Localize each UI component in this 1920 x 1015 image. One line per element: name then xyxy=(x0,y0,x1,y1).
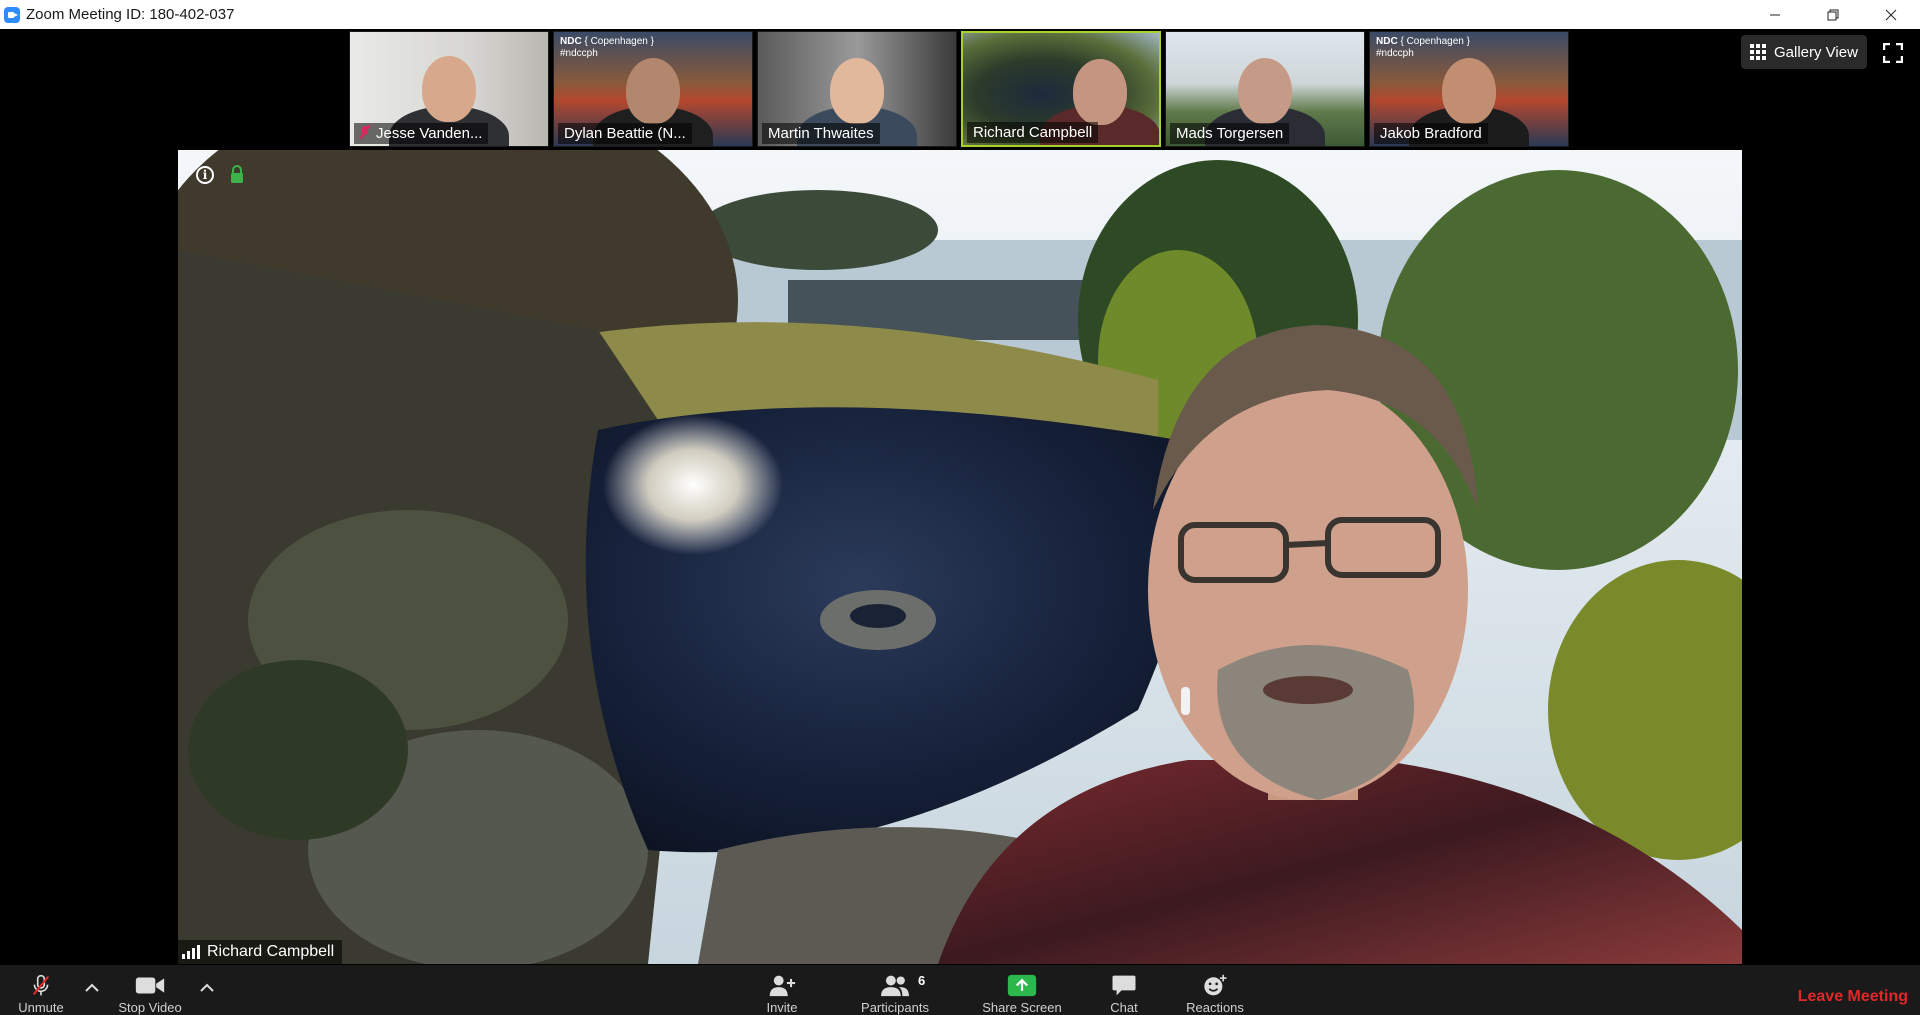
participants-count-badge: 6 xyxy=(918,973,926,988)
encryption-lock-icon[interactable] xyxy=(230,165,244,183)
participants-button[interactable]: Participants xyxy=(850,965,940,1015)
share-screen-icon xyxy=(1007,974,1037,997)
microphone-muted-icon xyxy=(32,974,50,996)
participant-face xyxy=(1442,58,1496,124)
minimize-button[interactable] xyxy=(1746,0,1804,29)
restore-icon xyxy=(1827,9,1839,20)
participant-tile[interactable]: NDC { Copenhagen } #ndccph Dylan Beattie … xyxy=(553,31,753,147)
participant-face xyxy=(422,56,476,122)
share-screen-button[interactable]: Share Screen xyxy=(972,965,1072,1015)
fullscreen-button[interactable] xyxy=(1882,42,1904,64)
participant-name-label: Dylan Beattie (N... xyxy=(558,123,692,144)
participant-tile[interactable]: NDC { Copenhagen } #ndccph Jakob Bradford xyxy=(1369,31,1569,147)
mic-muted-icon xyxy=(360,126,370,139)
grid-icon xyxy=(1750,44,1766,60)
ndc-overlay: NDC { Copenhagen } #ndccph xyxy=(560,36,654,59)
participant-name-label: Mads Torgersen xyxy=(1170,123,1290,144)
meeting-toolbar: Unmute Stop Video Invite Participants 6 xyxy=(0,965,1920,1015)
restore-button[interactable] xyxy=(1804,0,1862,29)
video-camera-icon xyxy=(135,977,165,994)
video-feed xyxy=(178,150,1742,964)
audio-options-chevron-up-icon[interactable] xyxy=(85,983,99,993)
participant-name-label: Richard Campbell xyxy=(967,122,1099,143)
title-bar: Zoom Meeting ID: 180-402-037 xyxy=(0,0,1920,29)
participant-face xyxy=(1238,58,1292,124)
close-icon xyxy=(1885,9,1897,20)
active-speaker-name-label: Richard Campbell xyxy=(178,940,343,964)
smiley-plus-icon xyxy=(1204,974,1227,996)
window-controls xyxy=(1746,0,1920,29)
participant-name-label: Jesse Vanden... xyxy=(354,123,489,144)
window-title: Zoom Meeting ID: 180-402-037 xyxy=(26,6,235,23)
gallery-view-button[interactable]: Gallery View xyxy=(1741,35,1867,69)
participant-tile-active[interactable]: Richard Campbell xyxy=(961,31,1161,147)
participant-name-label: Martin Thwaites xyxy=(762,123,880,144)
active-speaker-video: i Richard Campbell xyxy=(178,150,1742,964)
fullscreen-icon xyxy=(1882,42,1904,64)
chat-bubble-icon xyxy=(1112,975,1136,996)
close-button[interactable] xyxy=(1862,0,1920,29)
participant-face xyxy=(626,58,680,124)
minimize-icon xyxy=(1770,14,1780,15)
leave-meeting-button[interactable]: Leave Meeting xyxy=(1798,988,1908,1006)
reactions-button[interactable]: Reactions xyxy=(1180,965,1250,1015)
ndc-overlay: NDC { Copenhagen } #ndccph xyxy=(1376,36,1470,59)
zoom-app-icon xyxy=(4,6,20,23)
stop-video-button[interactable]: Stop Video xyxy=(110,965,190,1015)
participant-tile[interactable]: Jesse Vanden... xyxy=(349,31,549,147)
meeting-info-icon[interactable]: i xyxy=(196,166,214,184)
video-options-chevron-up-icon[interactable] xyxy=(200,983,214,993)
connection-signal-icon xyxy=(182,945,200,959)
participant-strip: Jesse Vanden... NDC { Copenhagen } #ndccp… xyxy=(349,31,1569,147)
participant-tile[interactable]: Mads Torgersen xyxy=(1165,31,1365,147)
participant-face xyxy=(1073,59,1128,125)
invite-button[interactable]: Invite xyxy=(752,965,812,1015)
participant-tile[interactable]: Martin Thwaites xyxy=(757,31,957,147)
participant-name-label: Jakob Bradford xyxy=(1374,123,1488,144)
participants-icon xyxy=(881,975,909,997)
participant-face xyxy=(830,58,884,124)
chat-button[interactable]: Chat xyxy=(1102,965,1146,1015)
add-person-icon xyxy=(769,975,796,997)
unmute-button[interactable]: Unmute xyxy=(16,965,66,1015)
